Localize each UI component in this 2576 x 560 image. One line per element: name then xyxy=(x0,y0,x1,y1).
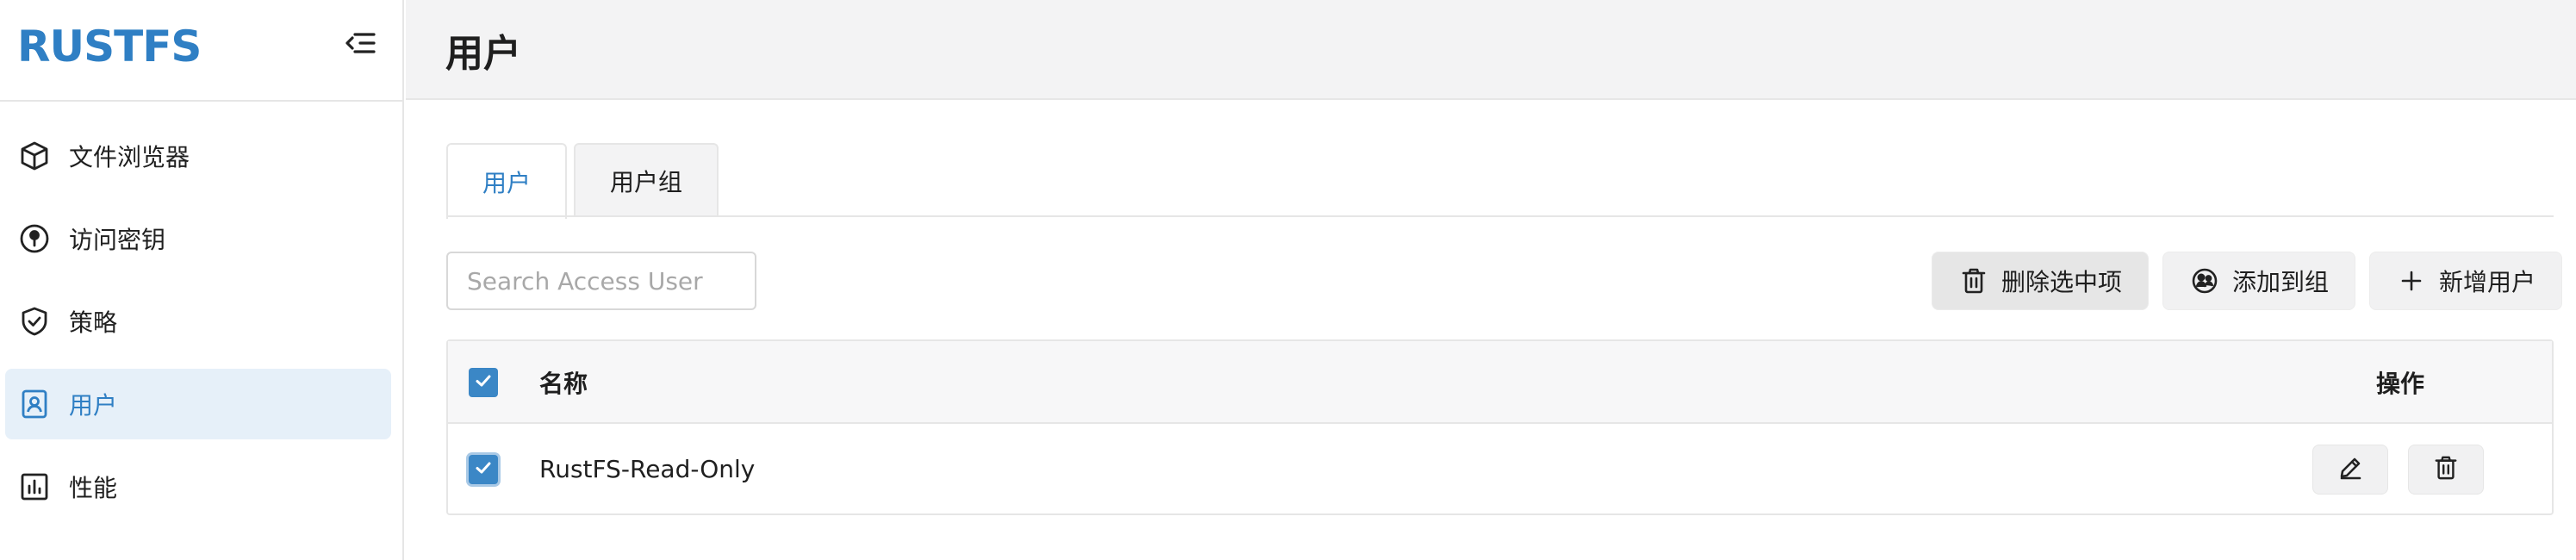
sidebar-item-label: 策略 xyxy=(69,308,118,337)
checkmark-icon xyxy=(474,371,493,394)
tab-users[interactable]: 用户 xyxy=(446,143,568,219)
brand-name: RUSTFS xyxy=(17,22,202,72)
group-icon xyxy=(2189,265,2220,296)
sidebar-item-performance[interactable]: 性能 xyxy=(5,451,391,522)
delete-selected-button[interactable]: 删除选中项 xyxy=(1932,252,2150,310)
tab-user-groups[interactable]: 用户组 xyxy=(574,143,719,217)
trash-icon xyxy=(1958,265,1989,296)
tab-divider xyxy=(446,215,2554,217)
sidebar-item-policies[interactable]: 策略 xyxy=(5,286,391,357)
collapse-menu-icon xyxy=(345,30,376,59)
sidebar-item-users[interactable]: 用户 xyxy=(5,369,391,439)
sidebar-nav: 文件浏览器 访问密钥 策略 用户 性能 xyxy=(5,121,391,534)
delete-user-button[interactable] xyxy=(2408,445,2484,495)
page-header: 用户 xyxy=(406,0,2576,100)
bar-chart-icon xyxy=(16,468,53,506)
edit-user-button[interactable] xyxy=(2312,445,2388,495)
user-badge-icon xyxy=(16,385,53,423)
column-header-name: 名称 xyxy=(539,370,588,398)
pencil-icon xyxy=(2337,455,2363,484)
sidebar-item-label: 文件浏览器 xyxy=(69,143,190,171)
search-input[interactable] xyxy=(446,252,756,310)
table-header: 名称 操作 xyxy=(448,341,2552,424)
collapse-sidebar-button[interactable] xyxy=(341,26,379,64)
page-title: 用户 xyxy=(445,32,521,76)
key-circle-icon xyxy=(16,220,53,258)
user-name: RustFS-Read-Only xyxy=(539,455,756,483)
brand-logo[interactable]: RUSTFS xyxy=(17,21,202,72)
sidebar-item-label: 性能 xyxy=(69,474,118,502)
table-row: RustFS-Read-Only xyxy=(448,424,2552,515)
cube-icon xyxy=(16,137,53,175)
plus-icon xyxy=(2396,265,2427,296)
tab-bar: 用户 用户组 xyxy=(446,143,725,219)
select-all-checkbox[interactable] xyxy=(469,368,498,397)
sidebar-divider xyxy=(0,100,404,102)
trash-icon xyxy=(2434,455,2458,484)
add-user-button[interactable]: 新增用户 xyxy=(2369,252,2563,310)
sidebar-item-label: 用户 xyxy=(69,391,118,420)
sidebar: RUSTFS 文件浏览器 访问密钥 策略 用户 性能 xyxy=(0,0,404,560)
delete-selected-label: 删除选中项 xyxy=(2001,268,2123,296)
users-table: 名称 操作 RustFS-Read-Only xyxy=(446,339,2554,515)
checkmark-icon xyxy=(474,458,493,481)
add-user-label: 新增用户 xyxy=(2439,268,2536,296)
sidebar-item-file-browser[interactable]: 文件浏览器 xyxy=(5,121,391,191)
row-checkbox[interactable] xyxy=(469,455,498,484)
column-header-actions: 操作 xyxy=(2376,370,2425,398)
add-to-group-label: 添加到组 xyxy=(2232,268,2330,296)
shield-check-icon xyxy=(16,302,53,340)
sidebar-item-access-keys[interactable]: 访问密钥 xyxy=(5,203,391,274)
add-to-group-button[interactable]: 添加到组 xyxy=(2162,252,2356,310)
sidebar-item-label: 访问密钥 xyxy=(69,226,166,254)
